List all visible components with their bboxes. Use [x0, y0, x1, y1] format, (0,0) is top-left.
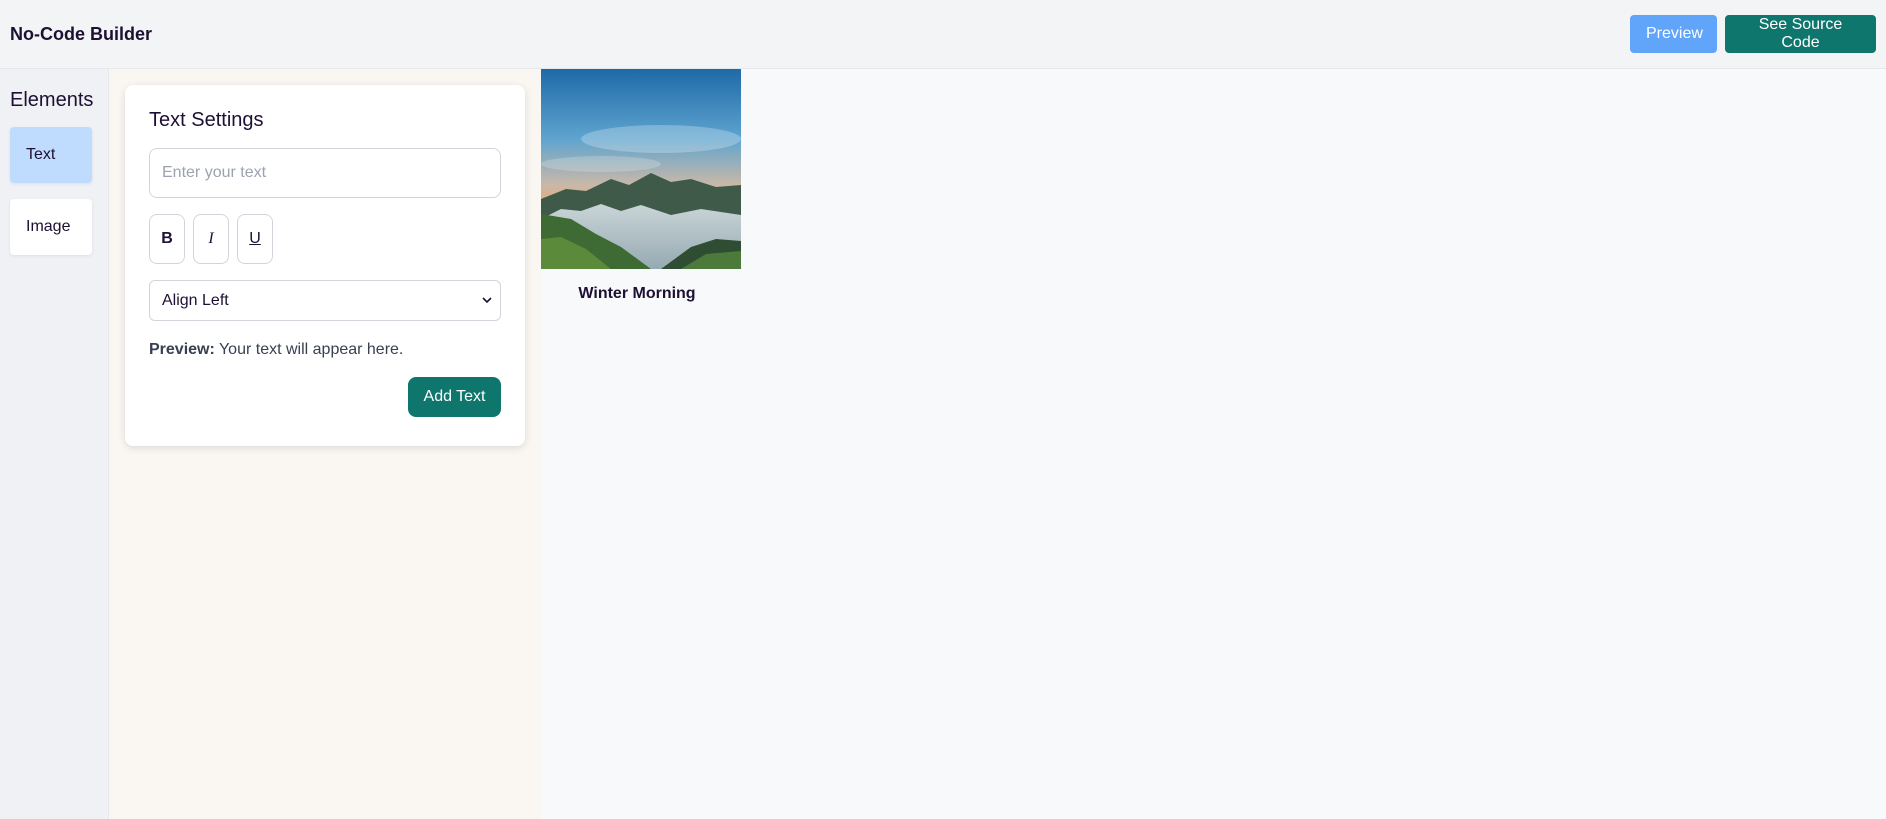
sidebar-title: Elements — [10, 89, 94, 111]
sidebar-item-text[interactable]: Text — [10, 127, 92, 183]
top-actions: Preview See Source Code — [1630, 15, 1876, 53]
format-toolbar: B I U — [149, 214, 501, 264]
elements-sidebar: Elements Text Image — [0, 69, 109, 819]
underline-button[interactable]: U — [237, 214, 273, 264]
align-select[interactable]: Align Left — [149, 280, 501, 321]
chevron-down-icon — [482, 297, 492, 304]
app-root: No-Code Builder Preview See Source Code … — [0, 0, 1886, 819]
preview-label: Preview: — [149, 341, 215, 358]
settings-panel-area: Text Settings B I U Align Left Preview: … — [109, 69, 541, 819]
italic-button[interactable]: I — [193, 214, 229, 264]
sidebar-item-image[interactable]: Image — [10, 199, 92, 255]
text-preview: Preview: Your text will appear here. — [149, 341, 501, 359]
canvas-area: Winter Morning — [541, 69, 1886, 819]
align-select-value: Align Left — [162, 291, 229, 309]
bold-button[interactable]: B — [149, 214, 185, 264]
text-settings-card: Text Settings B I U Align Left Preview: … — [125, 85, 525, 446]
see-source-code-button[interactable]: See Source Code — [1725, 15, 1876, 53]
top-bar: No-Code Builder Preview See Source Code — [0, 0, 1886, 69]
sidebar-item-label: Text — [26, 146, 56, 163]
text-settings-title: Text Settings — [149, 109, 264, 131]
landscape-image — [541, 69, 741, 269]
preview-text: Your text will appear here. — [218, 341, 404, 358]
add-text-button[interactable]: Add Text — [408, 377, 501, 417]
text-input[interactable] — [149, 148, 501, 198]
image-element[interactable]: Winter Morning — [541, 69, 741, 303]
sidebar-item-label: Image — [26, 218, 71, 235]
image-caption: Winter Morning — [578, 285, 696, 302]
preview-button[interactable]: Preview — [1630, 15, 1717, 53]
app-title: No-Code Builder — [10, 23, 152, 44]
add-row: Add Text — [149, 377, 501, 417]
